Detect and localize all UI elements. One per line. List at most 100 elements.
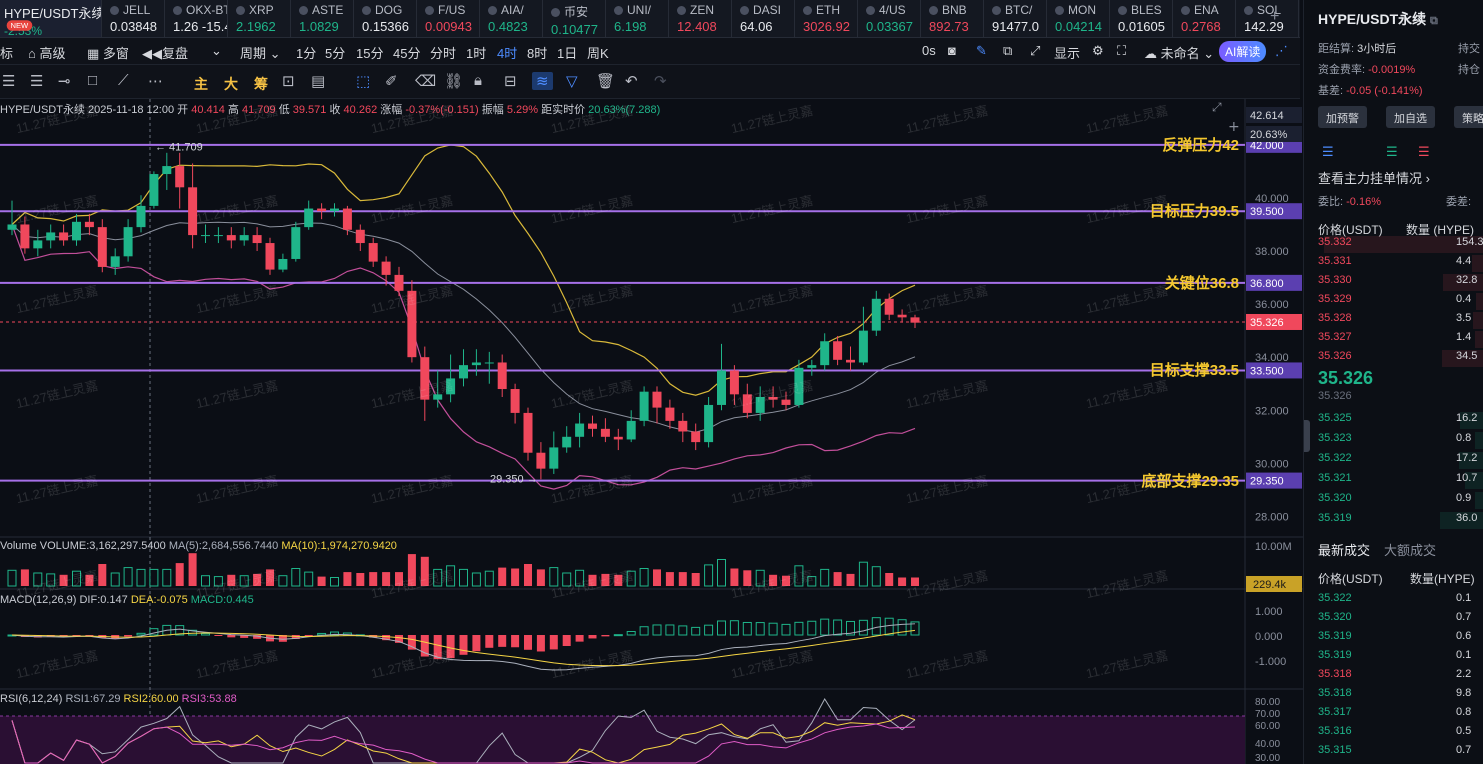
ticker-item[interactable]: F/US 0.00943 — [417, 0, 480, 37]
ticker-item[interactable]: MON 0.04214 — [1047, 0, 1110, 37]
undo-icon[interactable]: ↶ — [625, 72, 638, 90]
tab-latest-trades[interactable]: 最新成交 — [1318, 540, 1370, 559]
redo-icon[interactable]: ↷ — [654, 72, 667, 90]
bar-chart-icon[interactable]: ▤ — [311, 72, 325, 90]
tab-45m[interactable]: 45分 — [393, 43, 420, 62]
bid-row[interactable]: 35.320 0.9 — [1318, 492, 1483, 509]
chart-icon[interactable]: ⊡ — [282, 72, 295, 90]
copy-icon[interactable]: ⧉ — [1003, 43, 1012, 59]
lines-icon[interactable]: ☰ — [30, 72, 43, 90]
ticker-item[interactable]: ZEN 12.408 — [669, 0, 732, 37]
tab-4h[interactable]: 4时 — [497, 43, 517, 62]
chart-area[interactable]: 42.000 39.500 36.800 33.500 29.350 35.326 42.6… — [0, 99, 1303, 764]
ticker-item[interactable]: UNI/6.198 — [606, 0, 669, 37]
ticker-item[interactable]: BTC/91477.0 — [984, 0, 1047, 37]
ticker-item[interactable]: ENA 0.2768 — [1173, 0, 1236, 37]
main-indicator-button[interactable]: 主 — [194, 74, 208, 94]
display-button[interactable]: 显示 — [1054, 43, 1080, 62]
rect-icon[interactable]: □ — [88, 72, 97, 89]
share-icon[interactable]: ⋰ — [1275, 43, 1288, 59]
chip-button[interactable]: 筹 — [254, 74, 268, 94]
fullscreen-icon[interactable]: ⛶ — [1117, 43, 1126, 59]
tab-1m[interactable]: 1分 — [296, 43, 316, 62]
ask-row[interactable]: 35.326 34.5 — [1318, 350, 1483, 367]
ask-row[interactable]: 35.332 154.3 — [1318, 236, 1483, 253]
bid-row[interactable]: 35.321 10.7 — [1318, 472, 1483, 489]
filter-icon[interactable]: ▽ — [566, 72, 578, 90]
ticker-item[interactable]: ETH 3026.92 — [795, 0, 858, 37]
bid-row[interactable]: 35.325 16.2 — [1318, 412, 1483, 429]
layout-select[interactable]: ☁ 未命名 ⌄ — [1144, 43, 1214, 62]
indicator-menu[interactable]: 标 — [0, 43, 13, 62]
orderbook-bids-icon[interactable]: ☰ — [1386, 144, 1398, 160]
advanced-button[interactable]: ⌂ 高级 — [28, 43, 66, 62]
tab-timeline[interactable]: 分时 — [430, 43, 456, 62]
more-icon[interactable]: ⋯ — [148, 72, 163, 90]
ruler-icon[interactable]: ✐ — [385, 72, 398, 90]
settings-icon[interactable]: ⚙ — [1092, 43, 1104, 59]
ticker-item[interactable]: BLES 0.01605 — [1110, 0, 1173, 37]
ticker-item[interactable]: OKX-BTC 1.26 -15.4 — [165, 0, 228, 37]
candle-body — [368, 243, 378, 262]
multi-window-button[interactable]: ▦ 多窗 — [87, 43, 129, 62]
tab-1h[interactable]: 1时 — [466, 43, 486, 62]
ticker-item[interactable]: 币安 0.10477 — [543, 0, 606, 37]
expand-icon[interactable]: ⤢ — [1030, 43, 1040, 59]
ask-row[interactable]: 35.328 3.5 — [1318, 312, 1483, 329]
ticker-item[interactable]: JELL 0.03848 — [102, 0, 165, 37]
tab-week[interactable]: 周K — [587, 43, 609, 62]
candle-body — [820, 341, 830, 366]
ask-row[interactable]: 35.330 32.8 — [1318, 274, 1483, 291]
cursor-icon[interactable]: ⬚ — [356, 72, 370, 90]
tab-large-trades[interactable]: 大额成交 — [1384, 540, 1436, 559]
trash-icon[interactable]: 🗑︎ — [596, 72, 615, 90]
add-favorite-button[interactable]: 加自选 — [1386, 106, 1435, 128]
period-select[interactable]: 周期 ⌄ — [240, 43, 281, 62]
add-alert-button[interactable]: 加预警 — [1318, 106, 1367, 128]
ticker-item[interactable]: DOG 0.15366 — [354, 0, 417, 37]
candlestick-chart[interactable]: 42.00039.50036.80033.50029.35035.32642.6… — [0, 99, 1303, 764]
ticker-item[interactable]: BNB 892.73 — [921, 0, 984, 37]
camera-icon[interactable]: ◙ — [948, 43, 956, 58]
bid-row[interactable]: 35.322 17.2 — [1318, 452, 1483, 469]
ticker-item[interactable]: DASI 64.06 — [732, 0, 795, 37]
add-ticker-button[interactable]: + — [1270, 8, 1279, 26]
ticker-item[interactable]: XRP 2.1962 — [228, 0, 291, 37]
ticker-item[interactable]: SOL 142.29 — [1236, 0, 1299, 37]
ticker-item[interactable]: AIA/0.4823 — [480, 0, 543, 37]
big-order-button[interactable]: 大 — [224, 74, 238, 94]
ticker-name-text: HYPE/USDT永续 — [4, 6, 101, 21]
tab-5m[interactable]: 5分 — [325, 43, 345, 62]
ai-analysis-button[interactable]: AI解读 — [1219, 41, 1267, 62]
bid-row[interactable]: 35.323 0.8 — [1318, 432, 1483, 449]
ticker-item[interactable]: 4/US 0.03367 — [858, 0, 921, 37]
copy-icon[interactable]: ⧉ — [1430, 15, 1438, 27]
ticker-strip: HYPE/USDT永续-2.53%NEW JELL 0.03848 OKX-BTC 1.… — [0, 0, 1300, 38]
menu-icon[interactable]: ☰ — [2, 72, 15, 90]
ask-row[interactable]: 35.327 1.4 — [1318, 331, 1483, 348]
hline-icon[interactable]: ⊸ — [58, 72, 71, 90]
magnet-icon[interactable]: ⊟ — [504, 72, 517, 90]
bid-row[interactable]: 35.319 36.0 — [1318, 512, 1483, 529]
eraser-icon[interactable]: ⌫ — [415, 72, 436, 90]
trend-icon[interactable]: ⟋ — [118, 72, 129, 89]
pen-icon[interactable]: ✎ — [976, 43, 987, 59]
ask-row[interactable]: 35.329 0.4 — [1318, 293, 1483, 310]
orderbook-asks-icon[interactable]: ☰ — [1418, 144, 1430, 160]
ticker-active-tab[interactable]: HYPE/USDT永续 -2.53% NEW — [0, 0, 102, 37]
ask-row[interactable]: 35.331 4.4 — [1318, 255, 1483, 272]
panel-collapse-handle[interactable] — [1304, 420, 1310, 452]
tab-8h[interactable]: 8时 — [527, 43, 547, 62]
tab-1d[interactable]: 1日 — [557, 43, 577, 62]
strategy-button[interactable]: 策略 — [1454, 106, 1483, 128]
ticker-item[interactable]: ASTE 1.0829 — [291, 0, 354, 37]
orderbook-both-icon[interactable]: ☰ — [1322, 144, 1334, 160]
layers-icon[interactable]: ≋ — [532, 72, 553, 90]
main-orders-link[interactable]: 查看主力挂单情况 › — [1318, 168, 1430, 187]
tab-15m[interactable]: 15分 — [356, 43, 383, 62]
ratio-label: 委比: — [1318, 196, 1344, 208]
link-icon[interactable]: ⛓ — [444, 72, 463, 90]
replay-button[interactable]: ◀◀复盘 — [142, 43, 188, 62]
chevron-down-icon[interactable]: ⌄ — [211, 43, 222, 59]
lock-icon[interactable]: 🔒︎ — [474, 72, 482, 89]
